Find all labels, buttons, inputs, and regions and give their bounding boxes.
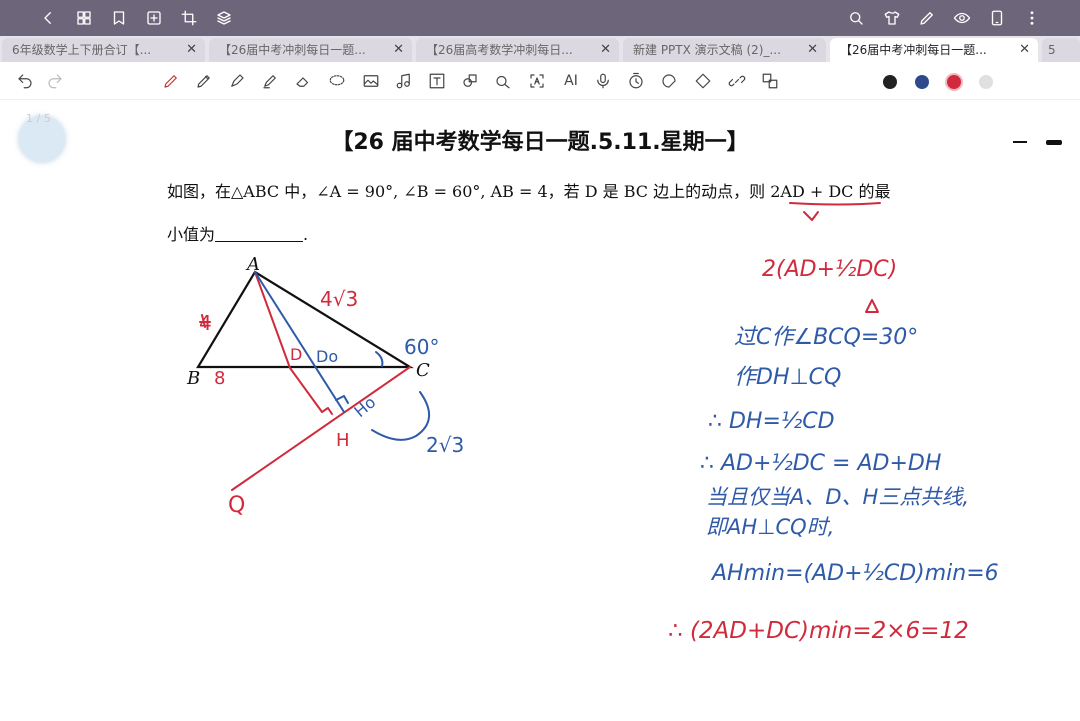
note-top: 2(AD+½DC)	[762, 257, 897, 282]
mark-2r3: 2√3	[426, 433, 464, 457]
mark-4: 4	[199, 311, 212, 335]
right-angle-h	[321, 407, 333, 415]
note-line-8: ∴ (2AD+DC)min=2×6=12	[668, 618, 969, 644]
note-line-1: 过C作∠BCQ=30°	[734, 325, 918, 350]
label-b: B	[186, 368, 200, 389]
label-a: A	[245, 254, 260, 275]
note-line-3: ∴ DH=½CD	[708, 409, 835, 434]
note-line-7: AHmin=(AD+½CD)min=6	[710, 561, 999, 586]
mark-60: 60°	[404, 335, 439, 359]
label-c: C	[416, 360, 430, 381]
note-line-2: 作DH⊥CQ	[734, 365, 841, 390]
brace-2r3	[371, 391, 430, 441]
handwriting-canvas: A B C 4 8 4√3 60° D Do Ho H Q 2√3 2(AD+½…	[186, 202, 999, 644]
mark-4r3: 4√3	[320, 287, 358, 311]
note-line-4: ∴ AD+½DC = AD+DH	[700, 451, 941, 476]
mark-d0: Do	[316, 347, 338, 366]
underline-stroke	[789, 202, 881, 206]
note-line-6: 即AH⊥CQ时,	[706, 515, 834, 539]
mark-h0: Ho	[350, 392, 379, 421]
note-line-5: 当且仅当A、D、H三点共线,	[706, 485, 969, 509]
tick-mark-stroke	[803, 211, 819, 221]
mark-q: Q	[228, 493, 245, 518]
angle-arc-c	[375, 351, 384, 367]
mark-d: D	[290, 345, 302, 364]
note-triangle-mark	[865, 299, 879, 313]
ray-cq	[231, 366, 411, 491]
mark-8: 8	[214, 368, 225, 389]
mark-h: H	[336, 430, 350, 451]
